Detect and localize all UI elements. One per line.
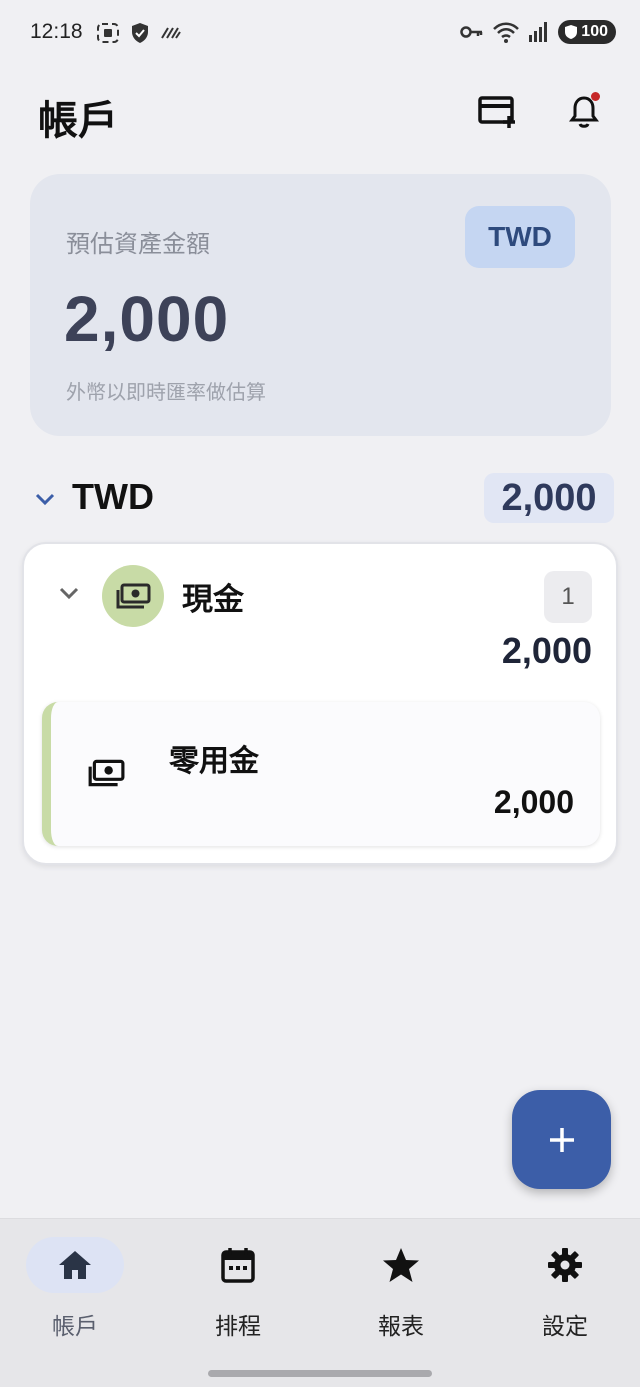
wifi-icon: [493, 22, 520, 43]
nav-label: 報表: [378, 1314, 424, 1340]
notification-badge: [591, 92, 600, 101]
currency-group-total: 2,000: [484, 473, 614, 523]
add-account-button[interactable]: [476, 90, 520, 134]
currency-chip[interactable]: TWD: [465, 206, 575, 268]
currency-group-title[interactable]: TWD: [72, 476, 154, 518]
gear-icon: [548, 1248, 582, 1282]
shield-icon: [132, 23, 148, 43]
battery-level: 100: [581, 23, 608, 40]
nav-item-accounts[interactable]: 帳戶: [22, 1237, 132, 1347]
add-transaction-button[interactable]: [512, 1090, 611, 1189]
page-title: 帳戶: [38, 98, 118, 144]
account-name: 零用金: [169, 744, 259, 779]
signal-icon: [529, 22, 548, 42]
add-card-icon: [478, 96, 515, 128]
battery-indicator: 100: [558, 20, 616, 44]
vpn-key-icon: [460, 26, 483, 38]
home-icon: [59, 1251, 91, 1279]
summary-label: 預估資產金額: [66, 230, 210, 258]
battery-icon: [565, 25, 578, 39]
account-balance: 2,000: [493, 784, 574, 820]
status-time: 12:18: [30, 20, 83, 43]
data-saver-icon: [161, 27, 181, 39]
nav-item-reports[interactable]: 報表: [348, 1237, 458, 1347]
nav-label: 設定: [542, 1314, 588, 1340]
star-icon: [383, 1248, 419, 1282]
home-indicator[interactable]: [208, 1370, 432, 1377]
nav-label: 排程: [215, 1314, 261, 1340]
calendar-icon: [221, 1248, 255, 1283]
nav-item-settings[interactable]: 設定: [512, 1237, 622, 1347]
cash-icon: [88, 759, 125, 787]
category-count-badge: 1: [544, 571, 592, 623]
category-card[interactable]: 現金 1 2,000 零用金 2,000: [22, 542, 618, 865]
chevron-down-icon[interactable]: [32, 486, 58, 512]
bottom-navigation: 帳戶 排程 報表 設定: [0, 1218, 640, 1387]
category-icon: [102, 565, 164, 627]
category-total: 2,000: [501, 630, 592, 671]
status-bar: 12:18 100: [0, 0, 640, 68]
account-item[interactable]: 零用金 2,000: [42, 702, 600, 846]
plus-icon: [549, 1127, 574, 1152]
cash-icon: [116, 583, 151, 609]
screenshot-icon: [97, 23, 119, 43]
category-name: 現金: [182, 582, 244, 618]
nav-item-schedule[interactable]: 排程: [185, 1237, 295, 1347]
chevron-down-icon[interactable]: [56, 580, 82, 606]
nav-label: 帳戶: [52, 1314, 98, 1340]
summary-note: 外幣以即時匯率做估算: [66, 380, 266, 404]
summary-amount: 2,000: [64, 283, 230, 355]
notifications-button[interactable]: [562, 90, 606, 134]
asset-summary-card: 預估資產金額 2,000 外幣以即時匯率做估算 TWD: [30, 174, 611, 436]
